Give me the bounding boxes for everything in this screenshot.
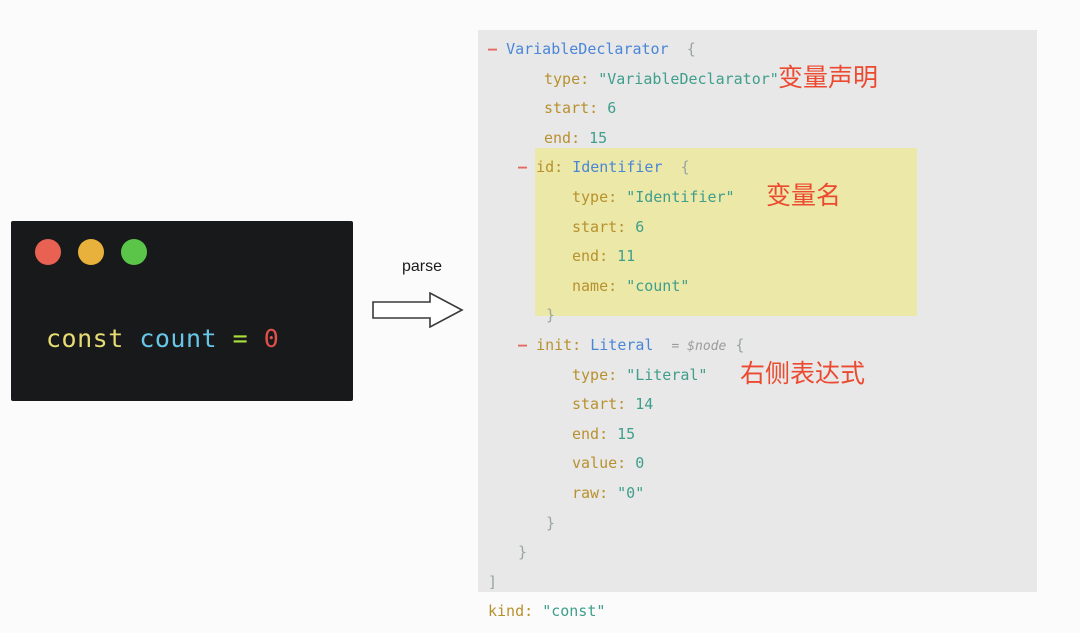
ast-value: "0" bbox=[617, 483, 645, 502]
ast-line[interactable]: start: 6 bbox=[478, 213, 1037, 243]
ast-key: name: bbox=[572, 276, 618, 295]
ast-key: kind: bbox=[488, 602, 534, 621]
ast-value: 15 bbox=[589, 128, 608, 147]
ast-key: type: bbox=[544, 69, 590, 88]
ast-line: ] bbox=[478, 568, 1037, 598]
ast-tree-panel: – VariableDeclarator { type: "VariableDe… bbox=[478, 30, 1037, 620]
collapse-toggle-icon[interactable]: – bbox=[518, 336, 527, 354]
ast-line[interactable]: end: 15 bbox=[478, 420, 1037, 450]
ast-line[interactable]: start: 6 bbox=[478, 94, 1037, 124]
ast-node-name: VariableDeclarator bbox=[506, 40, 669, 58]
ast-line[interactable]: type: "Literal" 右侧表达式 bbox=[478, 358, 1037, 391]
annotation-variable-declaration: 变量声明 bbox=[778, 62, 879, 92]
ast-line[interactable]: name: "count" bbox=[478, 272, 1037, 302]
ast-key: start: bbox=[572, 217, 627, 236]
ast-line[interactable]: type: "VariableDeclarator" 变量声明 bbox=[478, 62, 1037, 95]
parse-transition-group: parse bbox=[372, 258, 472, 328]
code-identifier: count bbox=[139, 324, 218, 353]
ast-key: start: bbox=[544, 99, 599, 118]
window-minimize-button[interactable] bbox=[78, 239, 104, 265]
source-code-line: const count = 0 bbox=[46, 324, 279, 353]
ast-line[interactable]: type: "Identifier" 变量名 bbox=[478, 180, 1037, 213]
ast-value: 6 bbox=[635, 217, 645, 236]
collapse-toggle-icon[interactable]: – bbox=[518, 158, 527, 176]
ast-key: value: bbox=[572, 454, 627, 473]
ast-value: "count" bbox=[626, 276, 690, 295]
annotation-variable-name: 变量名 bbox=[766, 180, 842, 210]
annotation-right-expression: 右侧表达式 bbox=[740, 358, 866, 388]
ast-line[interactable]: kind: "const" bbox=[478, 597, 1037, 627]
ast-value: 15 bbox=[617, 424, 636, 443]
code-keyword: const bbox=[46, 324, 124, 353]
ast-punct: } bbox=[546, 513, 556, 532]
ast-line[interactable]: raw: "0" bbox=[478, 479, 1037, 509]
ast-value: "Literal" bbox=[626, 365, 708, 384]
ast-value: 11 bbox=[617, 247, 636, 266]
ast-punct: { bbox=[686, 40, 696, 58]
ast-key: end: bbox=[572, 247, 609, 266]
code-number: 0 bbox=[263, 324, 280, 353]
parse-label: parse bbox=[401, 258, 443, 275]
code-editor-window: const count = 0 bbox=[11, 221, 353, 401]
ast-node-name: Literal bbox=[590, 335, 654, 354]
ast-key: end: bbox=[544, 128, 581, 147]
ast-punct: } bbox=[518, 543, 528, 562]
ast-line[interactable]: value: 0 bbox=[478, 449, 1037, 479]
ast-value: "const" bbox=[542, 602, 606, 621]
window-maximize-button[interactable] bbox=[121, 239, 147, 265]
collapse-toggle-icon[interactable]: – bbox=[488, 40, 497, 58]
right-block-arrow-icon bbox=[372, 292, 464, 328]
ast-key: type: bbox=[572, 187, 618, 206]
ast-node-meta: = $node bbox=[671, 338, 727, 354]
ast-line: } bbox=[478, 538, 1037, 568]
ast-key: start: bbox=[572, 395, 627, 414]
ast-line[interactable]: – VariableDeclarator { bbox=[478, 35, 1037, 65]
ast-key: type: bbox=[572, 365, 618, 384]
ast-line: } bbox=[478, 301, 1037, 331]
window-close-button[interactable] bbox=[35, 239, 61, 265]
ast-node-name: Identifier bbox=[572, 158, 663, 177]
ast-value: "VariableDeclarator" bbox=[598, 69, 779, 88]
ast-punct: { bbox=[680, 158, 690, 177]
window-traffic-lights bbox=[35, 239, 147, 265]
ast-key: id: bbox=[536, 158, 564, 177]
ast-key: raw: bbox=[572, 483, 609, 502]
ast-value: 14 bbox=[635, 395, 654, 414]
ast-line[interactable]: end: 15 bbox=[478, 124, 1037, 154]
ast-line: } bbox=[478, 509, 1037, 539]
ast-value: "Identifier" bbox=[626, 187, 735, 206]
ast-punct: ] bbox=[488, 572, 498, 591]
code-operator: = bbox=[232, 324, 249, 353]
ast-punct: } bbox=[546, 306, 556, 325]
ast-key: init: bbox=[536, 335, 582, 354]
ast-punct: { bbox=[735, 335, 745, 354]
ast-line[interactable]: – id: Identifier { bbox=[478, 153, 1037, 183]
ast-line[interactable]: end: 11 bbox=[478, 242, 1037, 272]
ast-value: 0 bbox=[635, 454, 645, 473]
ast-line[interactable]: – init: Literal = $node { bbox=[478, 331, 1037, 361]
ast-key: end: bbox=[572, 424, 609, 443]
ast-value: 6 bbox=[607, 99, 617, 118]
ast-line[interactable]: start: 14 bbox=[478, 390, 1037, 420]
